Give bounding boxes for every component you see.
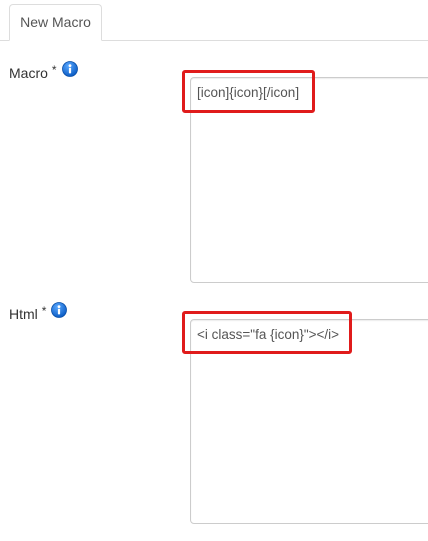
required-marker: * [51,63,57,77]
html-field-label: Html * [9,302,68,322]
tab-new-macro[interactable]: New Macro [9,4,102,41]
required-marker: * [41,304,47,318]
tab-bar: New Macro [0,0,428,41]
macro-editor-page: New Macro Macro * [icon]{icon}[/icon] Ht… [0,0,428,541]
html-input[interactable]: <i class="fa {icon}"></i> [191,320,428,523]
macro-textarea-container: [icon]{icon}[/icon] [190,77,428,283]
html-label: Html [9,306,38,322]
html-textarea-container: <i class="fa {icon}"></i> [190,319,428,524]
macro-input[interactable]: [icon]{icon}[/icon] [191,78,428,282]
info-icon[interactable] [61,61,78,77]
info-icon[interactable] [51,302,68,318]
macro-field-label: Macro * [9,61,78,81]
macro-label: Macro [9,65,48,81]
